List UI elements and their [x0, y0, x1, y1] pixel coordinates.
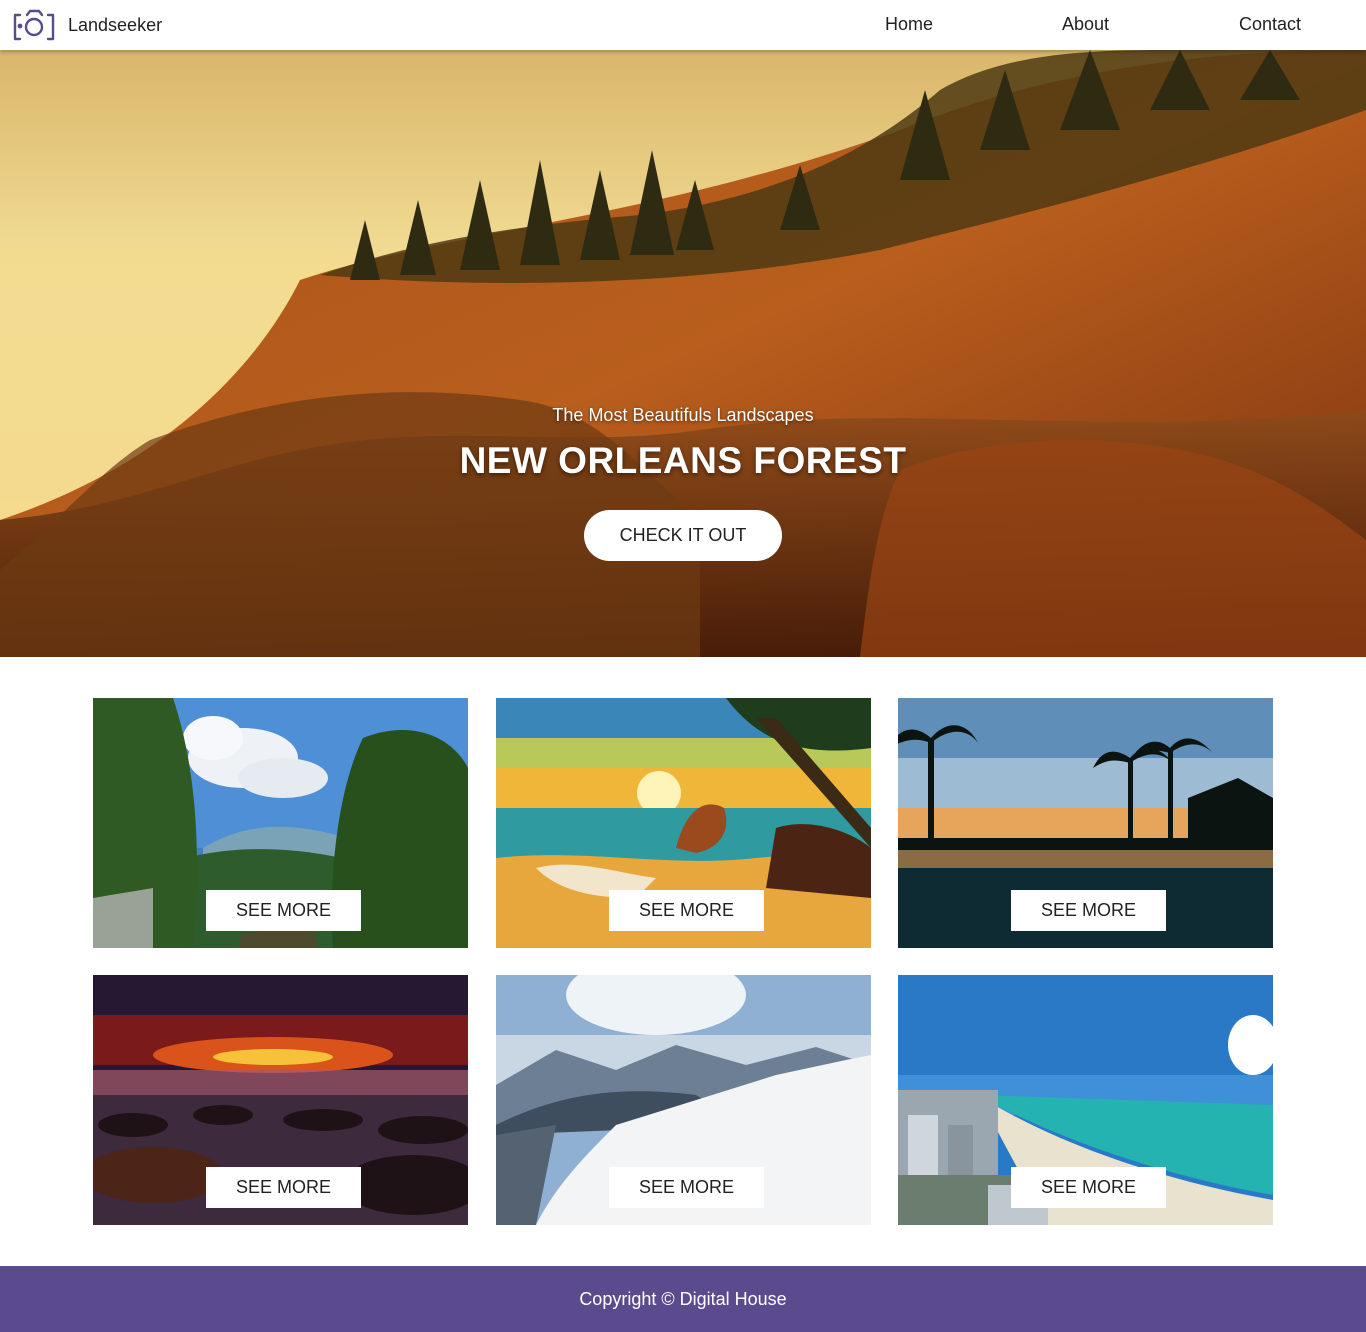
see-more-button[interactable]: SEE MORE [206, 890, 361, 931]
brand-link[interactable]: Landseeker [12, 8, 162, 42]
see-more-button[interactable]: SEE MORE [1011, 1167, 1166, 1208]
gallery-card: SEE MORE [496, 975, 871, 1225]
top-navbar: Landseeker Home About Contact [0, 0, 1366, 50]
nav-home-link[interactable]: Home [885, 14, 933, 35]
see-more-button[interactable]: SEE MORE [609, 890, 764, 931]
check-it-out-button[interactable]: CHECK IT OUT [584, 510, 782, 561]
hero-title: NEW ORLEANS FOREST [459, 440, 907, 481]
gallery-card: SEE MORE [496, 698, 871, 948]
nav-about-link[interactable]: About [1062, 14, 1109, 35]
hero-background-image [0, 50, 1366, 657]
see-more-button[interactable]: SEE MORE [206, 1167, 361, 1208]
hero-subtitle: The Most Beautifuls Landscapes [552, 405, 814, 425]
copyright-text: Copyright © Digital House [579, 1288, 787, 1309]
gallery-card: SEE MORE [93, 975, 468, 1225]
nav-contact-link[interactable]: Contact [1239, 14, 1301, 35]
gallery-card: SEE MORE [898, 975, 1273, 1225]
footer: Copyright © Digital House [0, 1266, 1366, 1332]
see-more-button[interactable]: SEE MORE [609, 1167, 764, 1208]
camera-icon [13, 9, 55, 41]
hero-banner: The Most Beautifuls Landscapes NEW ORLEA… [0, 50, 1366, 657]
brand-name: Landseeker [68, 14, 163, 35]
gallery-card: SEE MORE [898, 698, 1273, 948]
see-more-button[interactable]: SEE MORE [1011, 890, 1166, 931]
gallery-card: SEE MORE [93, 698, 468, 948]
